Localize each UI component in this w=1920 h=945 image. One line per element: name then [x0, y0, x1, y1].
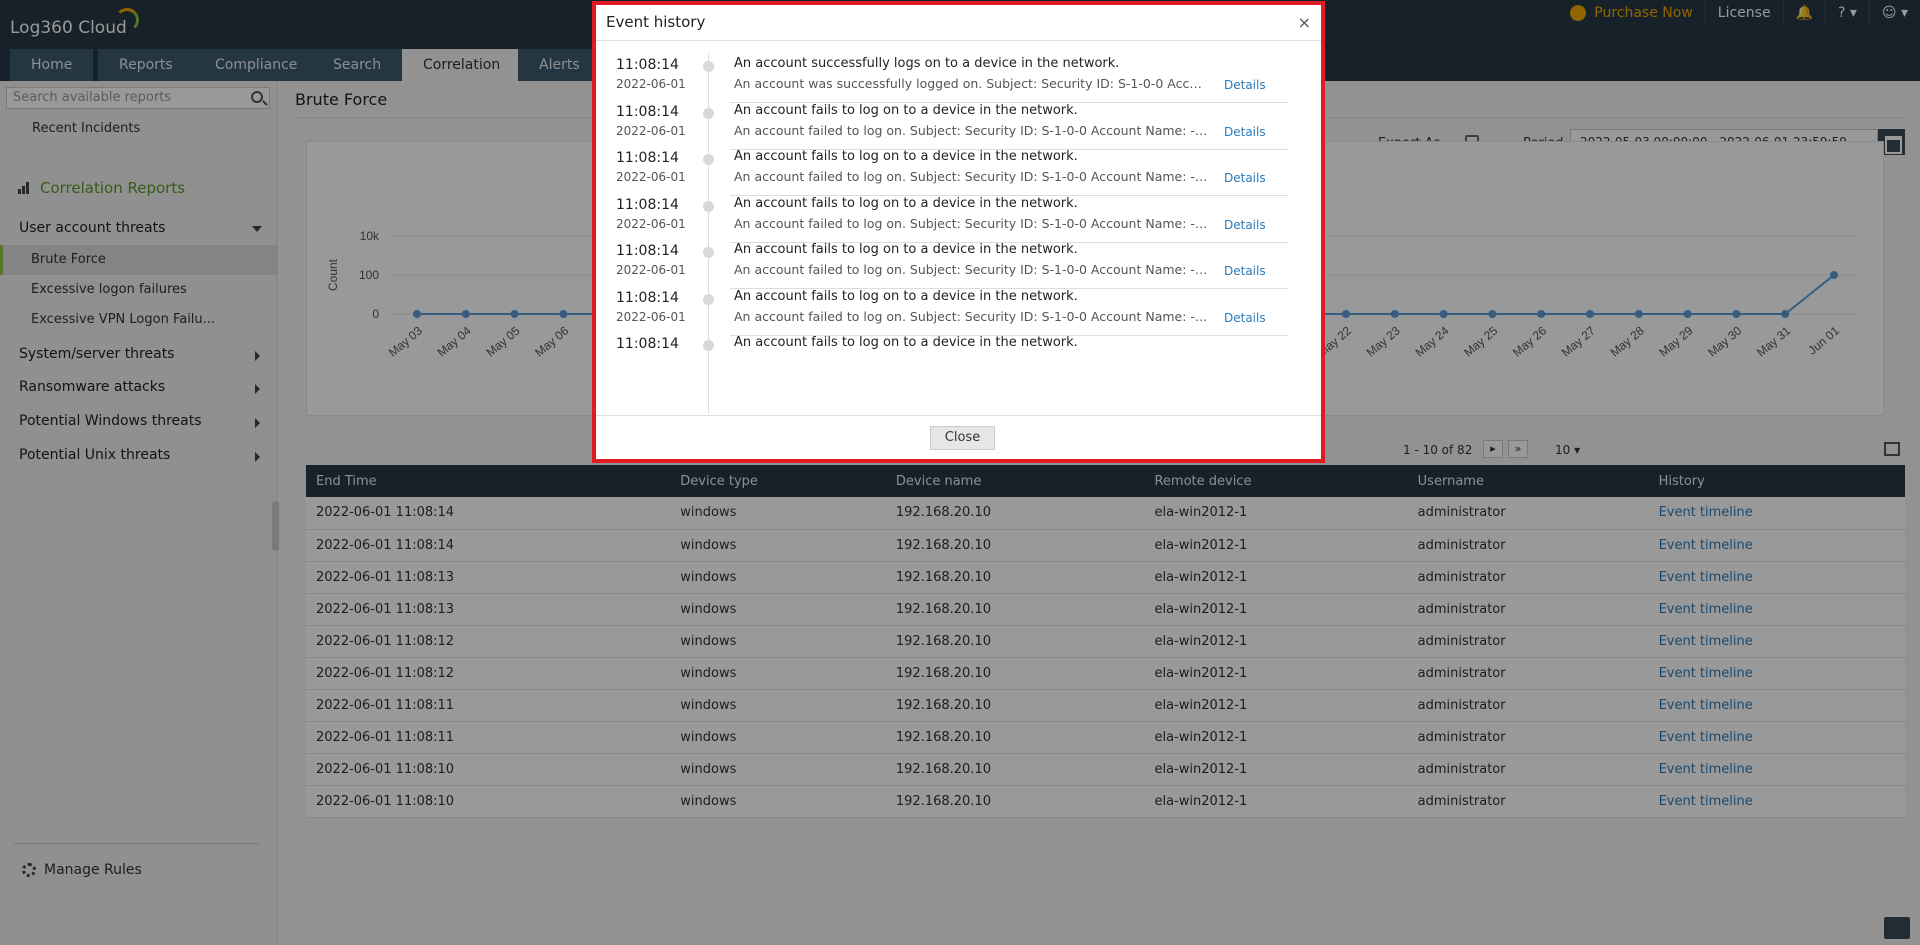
event-timeline[interactable]: 11:08:14 2022-06-01 An account successfull… — [596, 41, 1321, 415]
timeline-dot — [703, 200, 714, 212]
timeline-dot — [703, 247, 714, 258]
event-time: 11:08:14 — [616, 57, 679, 73]
event-date: 2022-06-01 — [616, 216, 686, 231]
event-date: 2022-06-01 — [616, 77, 686, 91]
event-title: An account fails to log on to a device i… — [734, 335, 1078, 350]
details-link[interactable]: Details — [1224, 264, 1266, 278]
close-button[interactable]: Close — [930, 426, 995, 450]
details-link[interactable]: Details — [1224, 125, 1266, 139]
event-time: 11:08:14 — [616, 289, 679, 306]
event-time: 11:08:14 — [616, 243, 679, 259]
details-link[interactable]: Details — [1224, 311, 1266, 325]
event-description: An account failed to log on. Subject: Se… — [734, 215, 1208, 231]
timeline-dot — [703, 340, 714, 351]
details-link[interactable]: Details — [1224, 218, 1266, 232]
event-time: 11:08:14 — [616, 336, 679, 352]
event-description: An account was successfully logged on. S… — [734, 76, 1208, 91]
details-link[interactable]: Details — [1224, 171, 1266, 185]
event-title: An account successfully logs on to a dev… — [734, 56, 1120, 71]
event-title: An account fails to log on to a device i… — [734, 149, 1078, 164]
modal-footer: Close — [596, 415, 1321, 459]
details-link[interactable]: Details — [1224, 78, 1266, 92]
timeline-dot — [703, 61, 714, 72]
event-description: An account failed to log on. Subject: Se… — [734, 122, 1208, 138]
event-date: 2022-06-01 — [616, 309, 686, 324]
event-date: 2022-06-01 — [616, 263, 686, 277]
modal-title: Event history — [606, 13, 706, 31]
timeline-dot — [703, 154, 714, 165]
event-time: 11:08:14 — [616, 196, 679, 213]
modal-header: Event history × — [596, 5, 1321, 41]
event-description: An account failed to log on. Subject: Se… — [734, 169, 1208, 184]
event-description: An account failed to log on. Subject: Se… — [734, 308, 1208, 324]
event-title: An account fails to log on to a device i… — [734, 288, 1078, 304]
close-icon[interactable]: × — [1298, 13, 1311, 32]
event-date: 2022-06-01 — [616, 123, 686, 138]
event-title: An account fails to log on to a device i… — [734, 195, 1078, 211]
event-title: An account fails to log on to a device i… — [734, 102, 1078, 118]
event-description: An account failed to log on. Subject: Se… — [734, 262, 1208, 277]
timeline-dot — [703, 107, 714, 119]
event-time: 11:08:14 — [616, 103, 679, 120]
event-time: 11:08:14 — [616, 150, 679, 166]
timeline-dot — [703, 293, 714, 305]
event-item: 11:08:14 An account fails to log on to a … — [596, 326, 1321, 382]
event-date: 2022-06-01 — [616, 170, 686, 184]
event-history-modal: Event history × 11:08:14 2022-06-01 An acc… — [592, 1, 1325, 463]
event-title: An account fails to log on to a device i… — [734, 242, 1078, 257]
